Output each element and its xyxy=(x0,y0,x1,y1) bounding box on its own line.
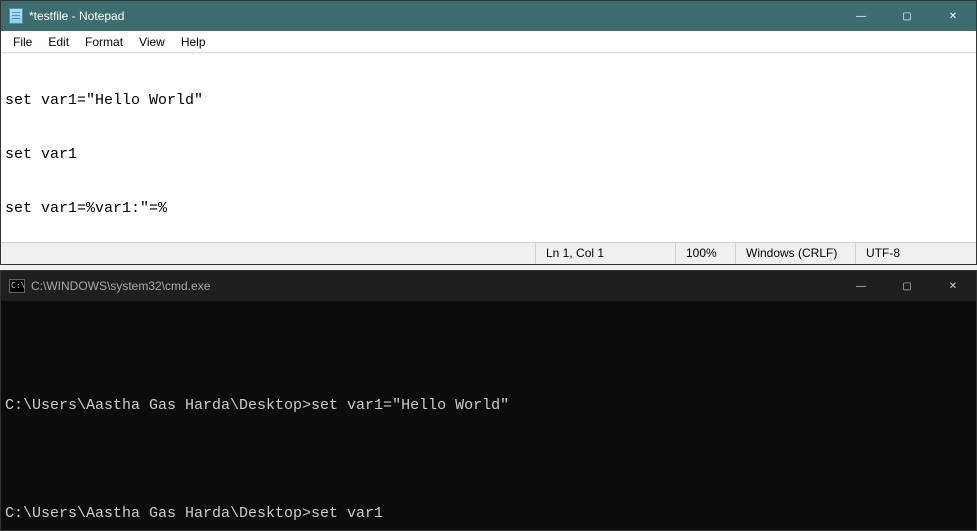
notepad-titlebar[interactable]: *testfile - Notepad — ▢ ✕ xyxy=(1,1,976,31)
notepad-window: *testfile - Notepad — ▢ ✕ File Edit Form… xyxy=(0,0,977,265)
maximize-button[interactable]: ▢ xyxy=(884,1,930,31)
menu-view[interactable]: View xyxy=(131,33,173,51)
notepad-window-controls: — ▢ ✕ xyxy=(838,1,976,31)
cmd-window-controls: — ▢ ✕ xyxy=(838,271,976,301)
minimize-button[interactable]: — xyxy=(838,271,884,301)
menu-help[interactable]: Help xyxy=(173,33,214,51)
status-position: Ln 1, Col 1 xyxy=(536,243,676,264)
notepad-editor[interactable]: set var1="Hello World" set var1 set var1… xyxy=(1,53,976,242)
menu-format[interactable]: Format xyxy=(77,33,131,51)
menu-edit[interactable]: Edit xyxy=(40,33,77,51)
terminal-line: C:\Users\Aastha Gas Harda\Desktop>set va… xyxy=(5,505,972,523)
cmd-terminal[interactable]: C:\Users\Aastha Gas Harda\Desktop>set va… xyxy=(1,301,976,530)
terminal-line xyxy=(5,343,972,361)
minimize-button[interactable]: — xyxy=(838,1,884,31)
status-spacer xyxy=(1,243,536,264)
cmd-icon: C:\ xyxy=(9,279,25,293)
editor-line: set var1=%var1:"=% xyxy=(5,200,972,218)
close-button[interactable]: ✕ xyxy=(930,271,976,301)
menu-file[interactable]: File xyxy=(5,33,40,51)
status-zoom: 100% xyxy=(676,243,736,264)
cmd-window: C:\ C:\WINDOWS\system32\cmd.exe — ▢ ✕ C:… xyxy=(0,270,977,531)
terminal-line xyxy=(5,451,972,469)
cmd-title: C:\WINDOWS\system32\cmd.exe xyxy=(31,279,210,293)
maximize-button[interactable]: ▢ xyxy=(884,271,930,301)
close-button[interactable]: ✕ xyxy=(930,1,976,31)
editor-line: set var1="Hello World" xyxy=(5,92,972,110)
cmd-titlebar[interactable]: C:\ C:\WINDOWS\system32\cmd.exe — ▢ ✕ xyxy=(1,271,976,301)
notepad-menubar: File Edit Format View Help xyxy=(1,31,976,53)
terminal-line: C:\Users\Aastha Gas Harda\Desktop>set va… xyxy=(5,397,972,415)
status-eol: Windows (CRLF) xyxy=(736,243,856,264)
editor-line: set var1 xyxy=(5,146,972,164)
status-encoding: UTF-8 xyxy=(856,243,976,264)
notepad-icon xyxy=(9,8,23,24)
notepad-statusbar: Ln 1, Col 1 100% Windows (CRLF) UTF-8 xyxy=(1,242,976,264)
notepad-title: *testfile - Notepad xyxy=(29,9,124,23)
